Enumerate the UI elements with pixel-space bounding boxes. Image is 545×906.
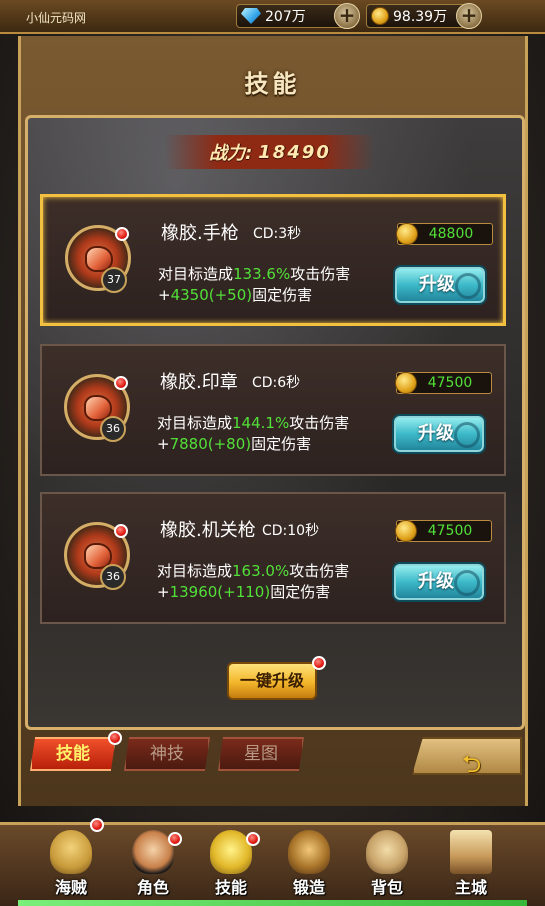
skill-name: 橡胶.手枪	[161, 223, 239, 244]
top-resource-bar: 小仙元码网 207万 + 98.39万 +	[0, 0, 545, 34]
skill-description-line2: +4350(+50)固定伤害	[158, 286, 313, 304]
gold-amount: 98.39万	[393, 9, 448, 25]
skill-description-line2: +13960(+110)固定伤害	[157, 583, 331, 601]
cost-value: 47500	[427, 375, 473, 391]
sword-icon	[288, 830, 330, 874]
notification-dot	[108, 731, 122, 745]
gear-icon	[454, 422, 480, 448]
skill-level-badge: 36	[100, 416, 126, 442]
skill-name: 橡胶.机关枪	[160, 520, 256, 541]
skill-description-line1: 对目标造成163.0%攻击伤害	[157, 562, 350, 580]
skill-name: 橡胶.印章	[160, 372, 238, 393]
power-value: 18490	[258, 141, 331, 163]
cost-value: 47500	[427, 523, 473, 539]
diamond-icon	[241, 8, 261, 24]
skill-level-badge: 36	[100, 564, 126, 590]
upgrade-button[interactable]: 升级	[392, 562, 486, 602]
upgrade-button[interactable]: 升级	[393, 265, 487, 305]
upgrade-cost: 48800	[396, 223, 493, 245]
nav-main-city[interactable]: 主城	[436, 826, 506, 900]
skill-card-3[interactable]: 36 橡胶.机关枪 CD:10秒 对目标造成163.0%攻击伤害 +13960(…	[40, 492, 506, 624]
watermark-text: 小仙元码网	[26, 11, 87, 25]
tab-skills[interactable]: 技能	[30, 737, 116, 771]
skill-cooldown: CD:10秒	[262, 523, 320, 539]
one-key-upgrade-button[interactable]: 一键升级	[227, 662, 317, 700]
backpack-icon	[366, 830, 408, 874]
add-gems-button[interactable]: +	[334, 3, 360, 29]
skill-description-line1: 对目标造成133.6%攻击伤害	[158, 265, 351, 283]
skill-card-1[interactable]: 37 橡胶.手枪 CD:3秒 对目标造成133.6%攻击伤害 +4350(+50…	[40, 194, 506, 326]
gear-icon	[454, 570, 480, 596]
nav-forge[interactable]: 锻造	[274, 826, 344, 900]
notification-dot	[168, 832, 182, 846]
upgrade-cost: 47500	[395, 372, 492, 394]
skill-cooldown: CD:6秒	[252, 375, 301, 391]
skill-description-line2: +7880(+80)固定伤害	[157, 435, 312, 453]
notification-dot	[90, 818, 104, 832]
notification-dot	[114, 524, 128, 538]
skill-description-line1: 对目标造成144.1%攻击伤害	[157, 414, 350, 432]
gold-coin-icon	[371, 7, 389, 25]
gem-amount: 207万	[265, 9, 306, 25]
notification-dot	[246, 832, 260, 846]
upgrade-cost: 47500	[395, 520, 492, 542]
tab-divine-skills[interactable]: 神技	[124, 737, 210, 771]
gear-icon	[455, 273, 481, 299]
notification-dot	[312, 656, 326, 670]
upgrade-button[interactable]: 升级	[392, 414, 486, 454]
nav-backpack[interactable]: 背包	[352, 826, 422, 900]
tab-star-chart[interactable]: 星图	[218, 737, 304, 771]
power-label: 战力:	[209, 143, 253, 164]
progress-strip	[18, 900, 527, 906]
castle-icon	[450, 830, 492, 874]
add-gold-button[interactable]: +	[456, 3, 482, 29]
page-title: 技能	[244, 69, 301, 98]
skill-level-badge: 37	[101, 267, 127, 293]
back-button[interactable]: ⮌	[412, 737, 522, 775]
straw-hat-icon	[50, 830, 92, 874]
notification-dot	[114, 376, 128, 390]
cost-value: 48800	[428, 226, 474, 242]
notification-dot	[115, 227, 129, 241]
power-banner: 战力: 18490	[165, 135, 375, 169]
skill-card-2[interactable]: 36 橡胶.印章 CD:6秒 对目标造成144.1%攻击伤害 +7880(+80…	[40, 344, 506, 476]
nav-pirates[interactable]: 海贼	[36, 826, 106, 900]
skill-cooldown: CD:3秒	[253, 226, 302, 242]
